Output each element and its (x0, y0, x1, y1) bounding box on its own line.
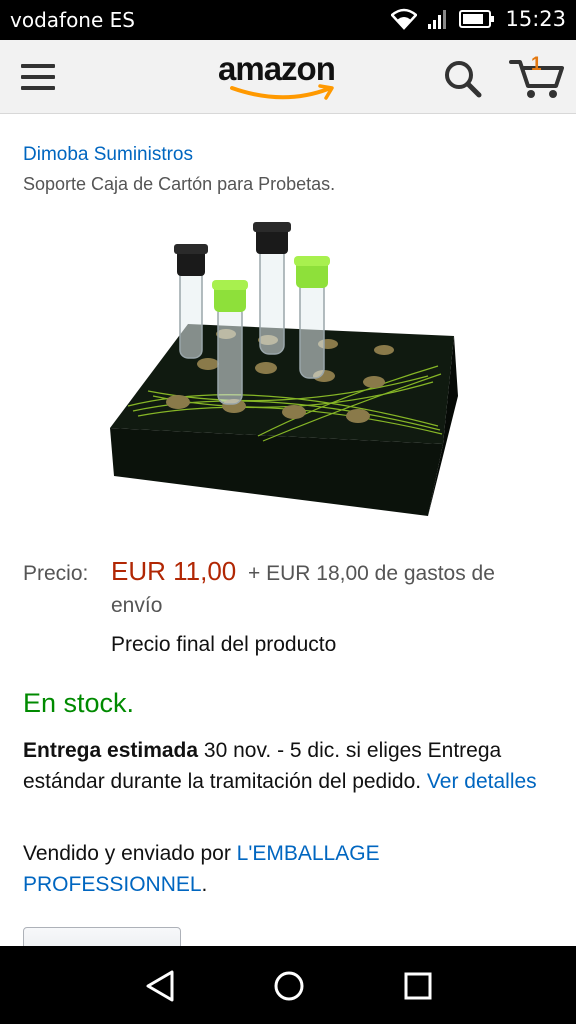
sold-by: Vendido y enviado por L'EMBALLAGE PROFES… (23, 838, 563, 900)
delivery-label: Entrega estimada (23, 739, 199, 762)
amazon-logo[interactable]: amazon (218, 50, 358, 100)
final-price-note: Precio final del producto (111, 633, 337, 656)
sold-by-end: . (201, 873, 208, 896)
logo-smile-icon (230, 84, 334, 100)
product-title: Soporte Caja de Cartón para Probetas. (23, 174, 336, 194)
status-bar: vodafone ES 15:23 (0, 0, 576, 40)
details-link[interactable]: Ver detalles (427, 770, 537, 793)
recent-apps-icon[interactable] (400, 968, 436, 1004)
android-nav-bar (0, 946, 576, 1024)
signal-icon (428, 10, 447, 29)
cart-count-badge: 1 (531, 54, 542, 75)
wifi-icon (391, 8, 418, 30)
delivery-estimate: Entrega estimada 30 nov. - 5 dic. si eli… (23, 735, 563, 797)
carrier-name: vodafone ES (10, 8, 135, 32)
app-header: amazon 1 (0, 40, 576, 114)
seller-link[interactable]: Dimoba Suministros (23, 144, 193, 166)
search-icon[interactable] (442, 58, 482, 98)
back-icon[interactable] (142, 968, 178, 1004)
price-label: Precio: (23, 562, 89, 585)
shipping-cost-continued: envío (111, 594, 163, 617)
battery-icon (459, 10, 495, 28)
logo-text: amazon (218, 50, 336, 87)
status-icons: 15:23 (391, 7, 566, 31)
hamburger-menu-icon[interactable] (21, 64, 55, 90)
stock-status: En stock. (23, 688, 135, 718)
price-value: EUR 11,00 (111, 556, 237, 586)
product-image[interactable] (108, 216, 468, 530)
sold-by-text: Vendido y enviado por (23, 842, 237, 865)
clock: 15:23 (505, 7, 566, 31)
shipping-cost: + EUR 18,00 de gastos de (248, 562, 495, 585)
home-icon[interactable] (271, 968, 307, 1004)
